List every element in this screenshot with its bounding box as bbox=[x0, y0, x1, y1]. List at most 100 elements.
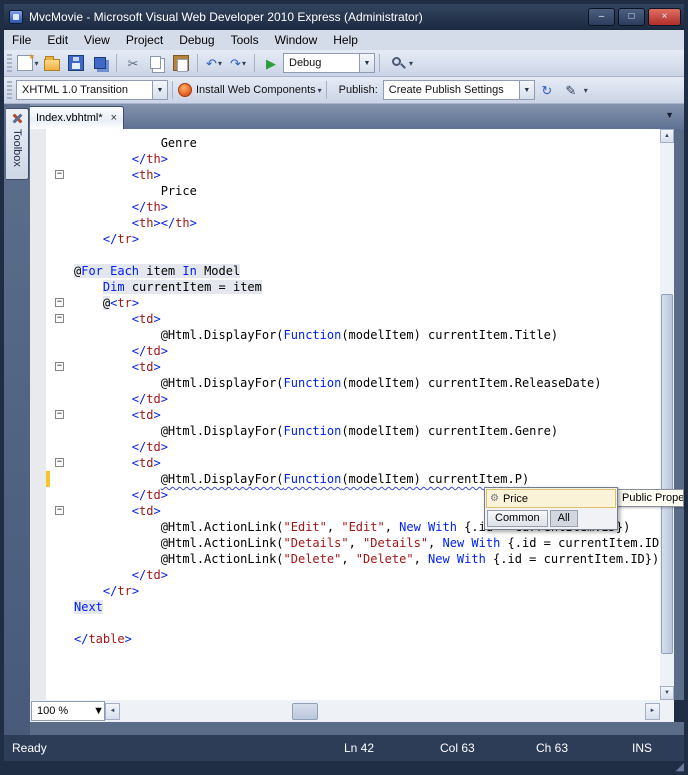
scroll-right-icon[interactable]: ► bbox=[645, 702, 660, 720]
toolbar-overflow-icon[interactable]: ▾ bbox=[409, 59, 413, 68]
code-line[interactable]: <th></th> bbox=[30, 215, 660, 231]
fold-collapse-icon[interactable]: − bbox=[55, 362, 64, 371]
tab-close-icon[interactable]: × bbox=[111, 112, 117, 124]
toolbar-grip[interactable] bbox=[7, 81, 12, 99]
publish-button[interactable]: ↻ bbox=[536, 79, 558, 101]
toolbar-grip[interactable] bbox=[7, 54, 12, 72]
code-line[interactable]: </th> bbox=[30, 199, 660, 215]
code-line[interactable]: − <td> bbox=[30, 359, 660, 375]
combo-arrow-icon[interactable]: ▼ bbox=[518, 81, 534, 99]
menu-debug[interactable]: Debug bbox=[171, 30, 222, 50]
cut-button[interactable]: ✂ bbox=[122, 52, 144, 74]
redo-dropdown-icon[interactable]: ▾ bbox=[242, 59, 246, 68]
toolbar-overflow-icon[interactable]: ▾ bbox=[318, 86, 322, 95]
code-line[interactable]: Price bbox=[30, 183, 660, 199]
fold-collapse-icon[interactable]: − bbox=[55, 458, 64, 467]
code-line[interactable]: </table> bbox=[30, 631, 660, 647]
code-line[interactable]: − <td> bbox=[30, 311, 660, 327]
install-web-components-label: Install Web Components bbox=[196, 84, 316, 96]
redo-button[interactable]: ↷ ▾ bbox=[227, 52, 249, 74]
scroll-left-icon[interactable]: ◄ bbox=[105, 702, 120, 720]
publish-settings-combo[interactable]: Create Publish Settings ▼ bbox=[382, 80, 535, 100]
code-line[interactable] bbox=[30, 615, 660, 631]
menu-file[interactable]: File bbox=[4, 30, 39, 50]
save-icon bbox=[68, 55, 84, 71]
code-line[interactable]: @Html.DisplayFor(Function(modelItem) cur… bbox=[30, 471, 660, 487]
vertical-scrollbar-thumb[interactable] bbox=[661, 294, 673, 654]
vertical-scrollbar[interactable]: ▲ ▼ bbox=[660, 129, 674, 700]
horizontal-scrollbar[interactable] bbox=[120, 702, 645, 720]
fold-collapse-icon[interactable]: − bbox=[55, 506, 64, 515]
horizontal-scrollbar-thumb[interactable] bbox=[292, 702, 318, 720]
code-line[interactable]: @Html.DisplayFor(Function(modelItem) cur… bbox=[30, 375, 660, 391]
menu-window[interactable]: Window bbox=[267, 30, 326, 50]
scroll-down-icon[interactable]: ▼ bbox=[660, 686, 674, 700]
paste-icon bbox=[173, 55, 189, 72]
menu-help[interactable]: Help bbox=[325, 30, 366, 50]
maximize-button[interactable]: □ bbox=[618, 8, 645, 26]
fold-collapse-icon[interactable]: − bbox=[55, 314, 64, 323]
intellisense-item-price[interactable]: ⚙ Price bbox=[486, 489, 616, 508]
menu-tools[interactable]: Tools bbox=[223, 30, 267, 50]
install-web-components-button[interactable]: Install Web Components bbox=[178, 79, 316, 101]
schema-validation-combo[interactable]: XHTML 1.0 Transition ▼ bbox=[16, 80, 168, 100]
code-line[interactable]: − @<tr> bbox=[30, 295, 660, 311]
open-file-button[interactable] bbox=[41, 52, 63, 74]
code-line[interactable]: @Html.ActionLink("Delete", "Delete", New… bbox=[30, 551, 660, 567]
code-line[interactable]: </td> bbox=[30, 567, 660, 583]
code-line[interactable]: Genre bbox=[30, 135, 660, 151]
paste-button[interactable] bbox=[170, 52, 192, 74]
code-line[interactable]: @Html.ActionLink("Details", "Details", N… bbox=[30, 535, 660, 551]
fold-collapse-icon[interactable]: − bbox=[55, 170, 64, 179]
tab-index-vbhtml[interactable]: Index.vbhtml* × bbox=[26, 106, 125, 129]
menu-project[interactable]: Project bbox=[118, 30, 171, 50]
start-debugging-button[interactable]: ▶ bbox=[260, 52, 282, 74]
solution-configurations-combo[interactable]: Debug ▼ bbox=[283, 53, 375, 73]
close-button[interactable]: × bbox=[648, 8, 681, 26]
code-line[interactable]: @Html.DisplayFor(Function(modelItem) cur… bbox=[30, 327, 660, 343]
minimize-button[interactable]: – bbox=[588, 8, 615, 26]
find-button[interactable] bbox=[385, 52, 407, 74]
code-line[interactable]: − <td> bbox=[30, 455, 660, 471]
fold-collapse-icon[interactable]: − bbox=[55, 410, 64, 419]
resize-grip-icon[interactable]: ◢ bbox=[676, 760, 684, 773]
intellisense-tab-all[interactable]: All bbox=[549, 510, 578, 527]
zoom-combo[interactable]: 100 % ▼ bbox=[31, 701, 105, 721]
code-line[interactable]: </tr> bbox=[30, 231, 660, 247]
new-item-icon bbox=[17, 52, 35, 71]
combo-arrow-icon[interactable]: ▼ bbox=[93, 705, 104, 717]
code-line[interactable]: </td> bbox=[30, 391, 660, 407]
code-lines[interactable]: Genre </th> − <th> Price </th> <th></th> … bbox=[30, 129, 660, 700]
code-line[interactable] bbox=[30, 247, 660, 263]
copy-button[interactable] bbox=[146, 52, 168, 74]
save-button[interactable] bbox=[65, 52, 87, 74]
intellisense-tab-common[interactable]: Common bbox=[487, 510, 548, 527]
undo-button[interactable]: ↶ ▾ bbox=[203, 52, 225, 74]
code-line[interactable]: </td> bbox=[30, 439, 660, 455]
code-editor[interactable]: Genre </th> − <th> Price </th> <th></th> … bbox=[30, 129, 684, 700]
code-line[interactable]: </td> bbox=[30, 343, 660, 359]
menu-view[interactable]: View bbox=[76, 30, 118, 50]
toolbar-separator bbox=[116, 54, 117, 72]
code-line[interactable]: @For Each item In Model bbox=[30, 263, 660, 279]
save-all-button[interactable] bbox=[89, 52, 111, 74]
code-line[interactable]: Next bbox=[30, 599, 660, 615]
scroll-up-icon[interactable]: ▲ bbox=[660, 129, 674, 143]
code-line[interactable]: </tr> bbox=[30, 583, 660, 599]
code-line[interactable]: − <td> bbox=[30, 407, 660, 423]
debug-combo-value: Debug bbox=[289, 57, 322, 69]
edit-publish-settings-button[interactable]: ✎ bbox=[560, 79, 582, 101]
code-line[interactable]: @Html.DisplayFor(Function(modelItem) cur… bbox=[30, 423, 660, 439]
code-line[interactable]: Dim currentItem = item bbox=[30, 279, 660, 295]
toolbar-overflow-icon[interactable]: ▾ bbox=[584, 86, 588, 95]
fold-collapse-icon[interactable]: − bbox=[55, 298, 64, 307]
combo-arrow-icon[interactable]: ▼ bbox=[152, 81, 167, 99]
new-item-button[interactable]: ▾ bbox=[17, 52, 39, 74]
code-line[interactable]: − <th> bbox=[30, 167, 660, 183]
toolbox-tab[interactable]: Toolbox bbox=[6, 108, 29, 180]
document-list-dropdown-icon[interactable]: ▼ bbox=[665, 110, 674, 120]
undo-dropdown-icon[interactable]: ▾ bbox=[218, 59, 222, 68]
combo-arrow-icon[interactable]: ▼ bbox=[359, 54, 374, 72]
code-line[interactable]: </th> bbox=[30, 151, 660, 167]
menu-edit[interactable]: Edit bbox=[39, 30, 76, 50]
